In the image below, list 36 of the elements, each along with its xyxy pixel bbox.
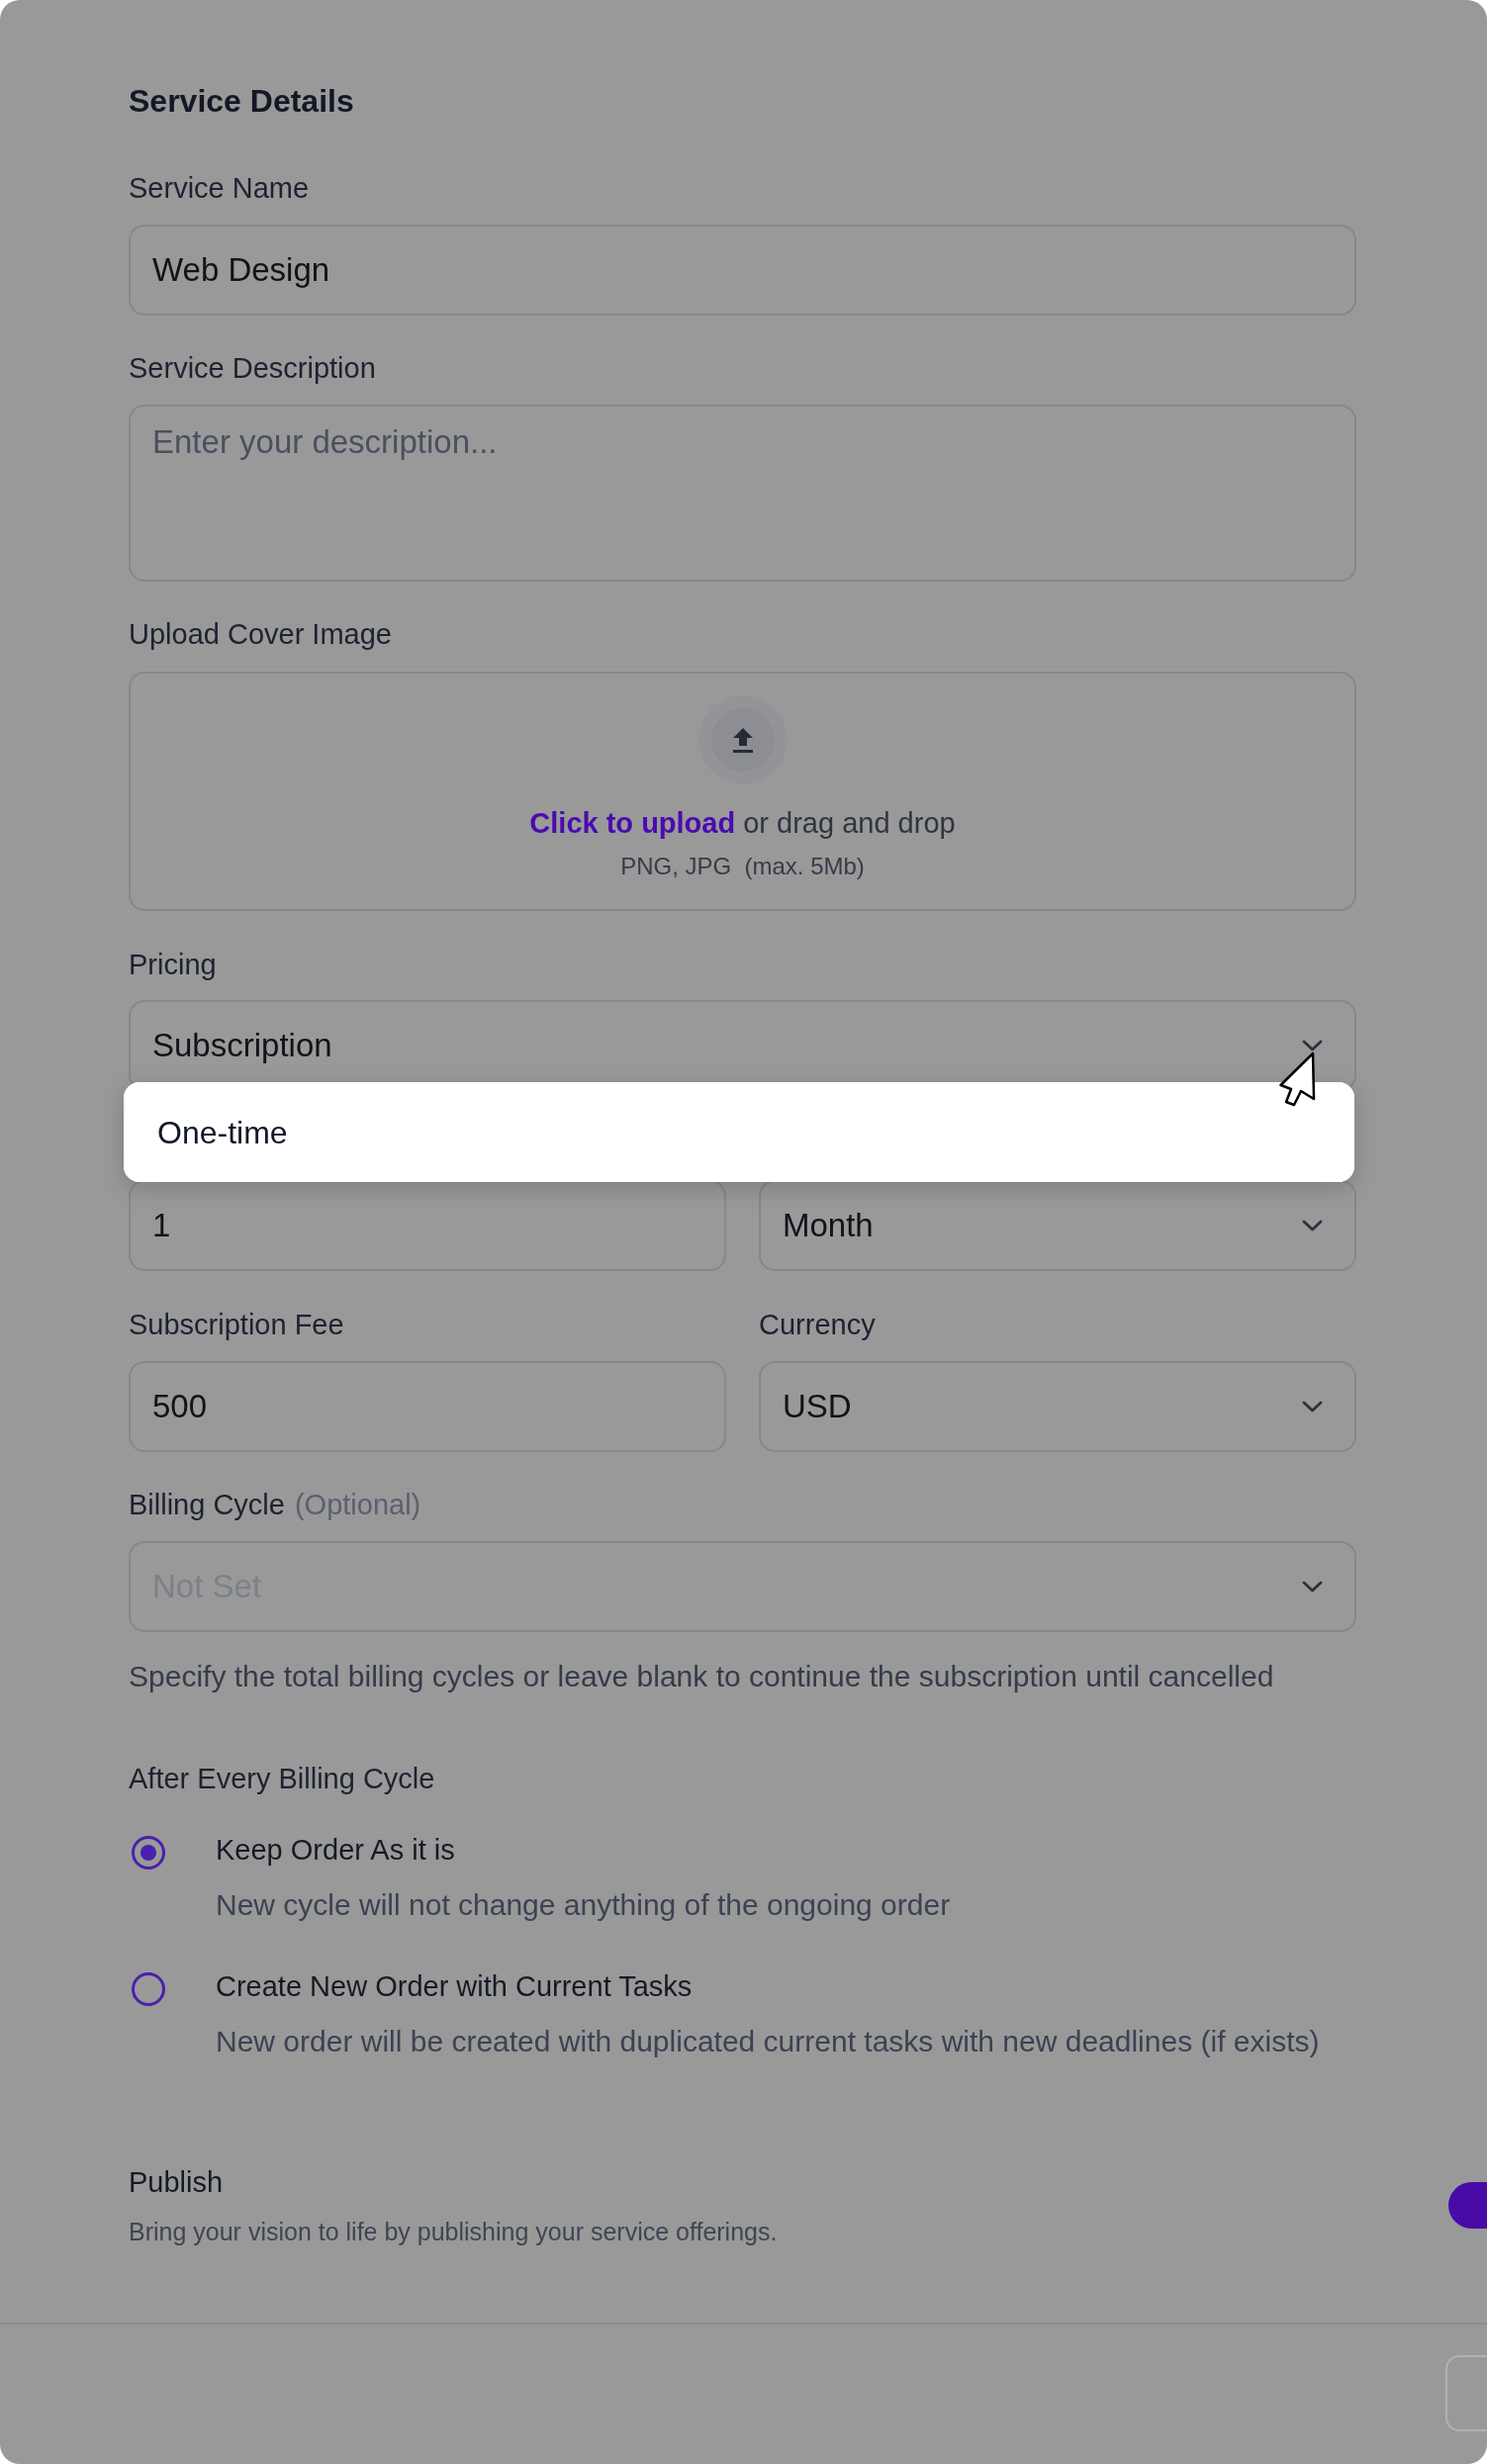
field-label: After Every Billing Cycle	[129, 1762, 436, 1796]
upload-dropzone[interactable]: Click to upload or drag and drop PNG, JPG (max. 5Mb)	[129, 672, 1356, 911]
option-title: Create New Order with Current Tasks	[216, 1969, 694, 2004]
option-description: New order will be created with duplicated current tasks with new deadlines (if exists)	[216, 2024, 1320, 2059]
chevron-down-icon	[1302, 1581, 1323, 1593]
field-label: Subscription Fee	[129, 1308, 345, 1342]
upload-hint: PNG, JPG (max. 5Mb)	[620, 852, 865, 881]
subscription-fee-field[interactable]: 500	[129, 1361, 726, 1452]
radio-button[interactable]	[132, 1836, 165, 1870]
field-label: Upload Cover Image	[129, 617, 393, 652]
field-label: Currency	[759, 1308, 877, 1342]
field-label: Service Name	[129, 171, 311, 206]
service-name-field[interactable]: Web Design	[129, 225, 1356, 316]
interval-unit-select[interactable]: Month	[759, 1180, 1356, 1271]
option-description: New cycle will not change anything of the ongoing order	[216, 1887, 951, 1923]
currency-select[interactable]: USD	[759, 1361, 1356, 1452]
section-title: Service Details	[129, 82, 355, 121]
help-text: Specify the total billing cycles or leave blank to continue the subscription until cancelled	[129, 1659, 1275, 1694]
chevron-down-icon	[1302, 1040, 1323, 1051]
option-title: Keep Order As it is	[216, 1833, 456, 1868]
publish-description: Bring your vision to life by publishing your service offerings.	[129, 2217, 778, 2247]
dropdown-option[interactable]: One-time	[124, 1082, 1354, 1182]
chevron-down-icon	[1302, 1220, 1323, 1232]
mouse-pointer-icon	[1279, 1051, 1316, 1107]
upload-link[interactable]: Click to upload	[529, 807, 736, 839]
publish-title: Publish	[129, 2165, 225, 2200]
chevron-down-icon	[1302, 1401, 1323, 1413]
field-label: Pricing	[129, 948, 218, 982]
field-label: Billing Cycle	[129, 1488, 285, 1522]
field-label: Service Description	[129, 351, 377, 386]
interval-count-field[interactable]: 1	[129, 1180, 726, 1271]
radio-button[interactable]	[132, 1972, 165, 2006]
publish-toggle[interactable]	[1448, 2182, 1487, 2229]
optional-note: (Optional)	[294, 1488, 421, 1522]
upload-instructions: Click to upload or drag and drop	[529, 806, 956, 841]
description-field[interactable]: Enter your description...	[129, 405, 1356, 582]
